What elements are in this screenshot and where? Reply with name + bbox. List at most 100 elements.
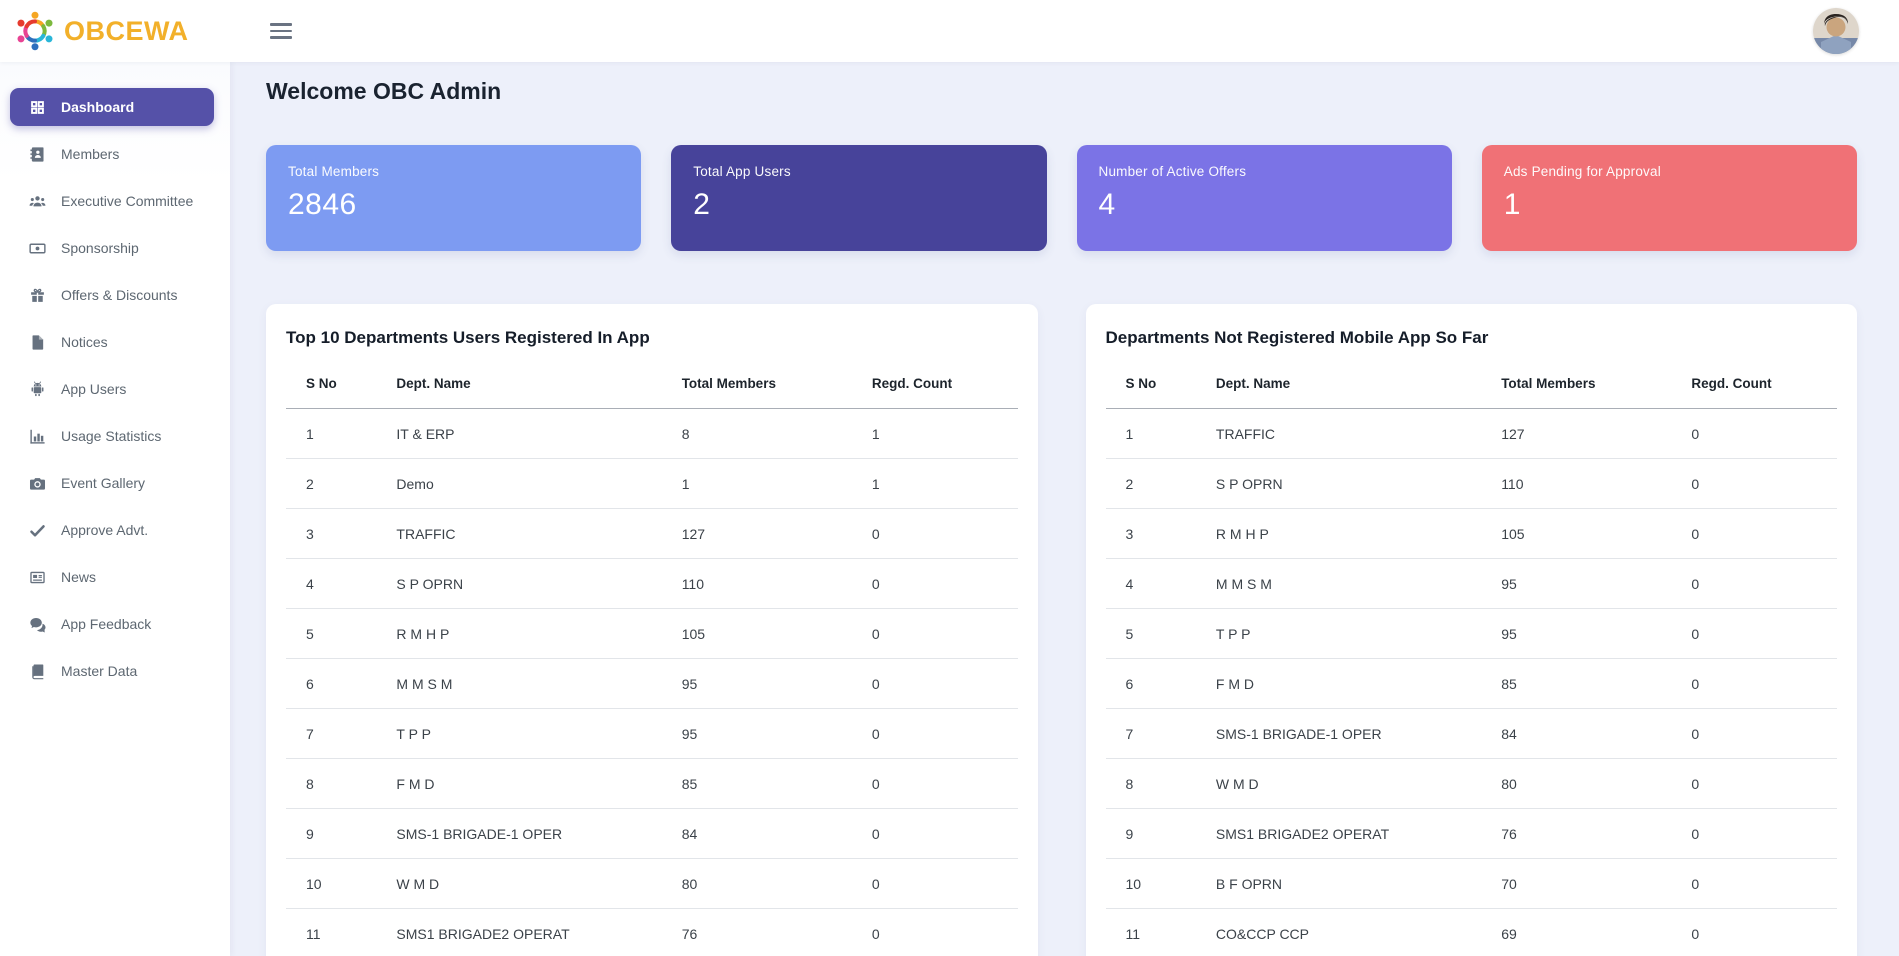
table-cell: 0 (864, 859, 1018, 909)
table-cell: 6 (286, 659, 388, 709)
table-cell: 0 (864, 559, 1018, 609)
sidebar-item-executive-committee[interactable]: Executive Committee (10, 182, 214, 220)
menu-hamburger-icon[interactable] (270, 23, 292, 39)
camera-icon (29, 475, 46, 492)
table-cell: 2 (1106, 459, 1208, 509)
table-row: 8F M D850 (286, 759, 1018, 809)
stat-card-ads-pending-for-approval: Ads Pending for Approval1 (1482, 145, 1857, 251)
money-icon (29, 240, 46, 257)
table-cell: R M H P (388, 609, 673, 659)
table-cell: 95 (1493, 609, 1683, 659)
stat-card-total-members: Total Members 2846 (266, 145, 641, 251)
sidebar-item-label: Master Data (61, 663, 137, 679)
stat-card-total-app-users: Total App Users 2 (671, 145, 1046, 251)
main-content: Welcome OBC Admin Total Members2846Total… (230, 62, 1899, 956)
table-cell: 0 (1683, 659, 1837, 709)
sidebar-item-members[interactable]: Members (10, 135, 214, 173)
table-cell: M M S M (1208, 559, 1493, 609)
table-cell: 76 (1493, 809, 1683, 859)
column-header: S No (286, 361, 388, 409)
check-icon (29, 522, 46, 539)
table-row: 10W M D800 (286, 859, 1018, 909)
stat-card-value: 2846 (288, 188, 619, 222)
table-cell: S P OPRN (1208, 459, 1493, 509)
table-cell: 11 (286, 909, 388, 956)
app-logo[interactable]: OBCEWA (0, 10, 230, 52)
sidebar: Dashboard Members Executive Committee Spons… (0, 62, 230, 956)
sidebar-item-sponsorship[interactable]: Sponsorship (10, 229, 214, 267)
sidebar-item-approve-advt[interactable]: Approve Advt. (10, 511, 214, 549)
sidebar-item-usage-statistics[interactable]: Usage Statistics (10, 417, 214, 455)
table-row: 4S P OPRN1100 (286, 559, 1018, 609)
table-cell: 8 (674, 409, 864, 459)
table-cell: 110 (674, 559, 864, 609)
table-cell: TRAFFIC (1208, 409, 1493, 459)
table-cell: 69 (1493, 909, 1683, 956)
sidebar-item-app-users[interactable]: App Users (10, 370, 214, 408)
sidebar-item-offers-discounts[interactable]: Offers & Discounts (10, 276, 214, 314)
logo-people-star-icon (14, 10, 56, 52)
table-cell: 84 (1493, 709, 1683, 759)
sidebar-item-master-data[interactable]: Master Data (10, 652, 214, 690)
newspaper-icon (29, 569, 46, 586)
table-cell: 105 (674, 609, 864, 659)
table-cell: 7 (1106, 709, 1208, 759)
table-cell: 9 (286, 809, 388, 859)
table-cell: 0 (1683, 909, 1837, 956)
stat-card-value: 1 (1504, 188, 1835, 222)
topbar: OBCEWA (0, 0, 1899, 62)
table-row: 7SMS-1 BRIGADE-1 OPER840 (1106, 709, 1838, 759)
stat-card-value: 2 (693, 188, 1024, 222)
sidebar-item-notices[interactable]: Notices (10, 323, 214, 361)
sidebar-item-dashboard[interactable]: Dashboard (10, 88, 214, 126)
dashboard-grid-icon (29, 99, 46, 116)
table-cell: 95 (674, 709, 864, 759)
table-row: 6F M D850 (1106, 659, 1838, 709)
sidebar-item-label: Members (61, 146, 119, 162)
table-cell: TRAFFIC (388, 509, 673, 559)
table-title: Departments Not Registered Mobile App So… (1106, 328, 1838, 348)
address-book-icon (29, 146, 46, 163)
table-cell: M M S M (388, 659, 673, 709)
table-row: 6M M S M950 (286, 659, 1018, 709)
stat-card-value: 4 (1099, 188, 1430, 222)
stat-card-label: Total Members (288, 164, 619, 179)
sidebar-item-event-gallery[interactable]: Event Gallery (10, 464, 214, 502)
stat-card-label: Total App Users (693, 164, 1024, 179)
sidebar-item-label: News (61, 569, 96, 585)
table-cell: T P P (1208, 609, 1493, 659)
table-card-1: Departments Not Registered Mobile App So… (1086, 304, 1858, 956)
table-cell: 0 (1683, 559, 1837, 609)
table-cell: B F OPRN (1208, 859, 1493, 909)
sidebar-item-label: Executive Committee (61, 193, 193, 209)
table-cell: 3 (286, 509, 388, 559)
table-cell: 70 (1493, 859, 1683, 909)
table-header-row: S NoDept. NameTotal MembersRegd. Count (286, 361, 1018, 409)
table-row: 8W M D800 (1106, 759, 1838, 809)
table-cell: 7 (286, 709, 388, 759)
stat-cards-row: Total Members 2846 Total App Users 2 Number … (266, 145, 1857, 251)
android-icon (29, 381, 46, 398)
data-table: S NoDept. NameTotal MembersRegd. Count1I… (286, 361, 1018, 956)
table-row: 2S P OPRN1100 (1106, 459, 1838, 509)
table-cell: 11 (1106, 909, 1208, 956)
table-cell: 76 (674, 909, 864, 956)
table-cell: 0 (864, 509, 1018, 559)
table-cell: 0 (864, 909, 1018, 956)
table-cell: R M H P (1208, 509, 1493, 559)
logo-text: OBCEWA (64, 16, 189, 47)
stat-card-number-of-active-offers: Number of Active Offers4 (1077, 145, 1452, 251)
table-row: 1TRAFFIC1270 (1106, 409, 1838, 459)
sidebar-item-news[interactable]: News (10, 558, 214, 596)
table-cell: 0 (864, 609, 1018, 659)
table-title: Top 10 Departments Users Registered In A… (286, 328, 1018, 348)
table-cell: 0 (1683, 409, 1837, 459)
sidebar-item-app-feedback[interactable]: App Feedback (10, 605, 214, 643)
users-icon (29, 193, 46, 210)
user-avatar[interactable] (1813, 8, 1859, 54)
column-header: Total Members (1493, 361, 1683, 409)
column-header: Dept. Name (1208, 361, 1493, 409)
table-row: 5T P P950 (1106, 609, 1838, 659)
table-cell: 80 (1493, 759, 1683, 809)
table-cell: Demo (388, 459, 673, 509)
